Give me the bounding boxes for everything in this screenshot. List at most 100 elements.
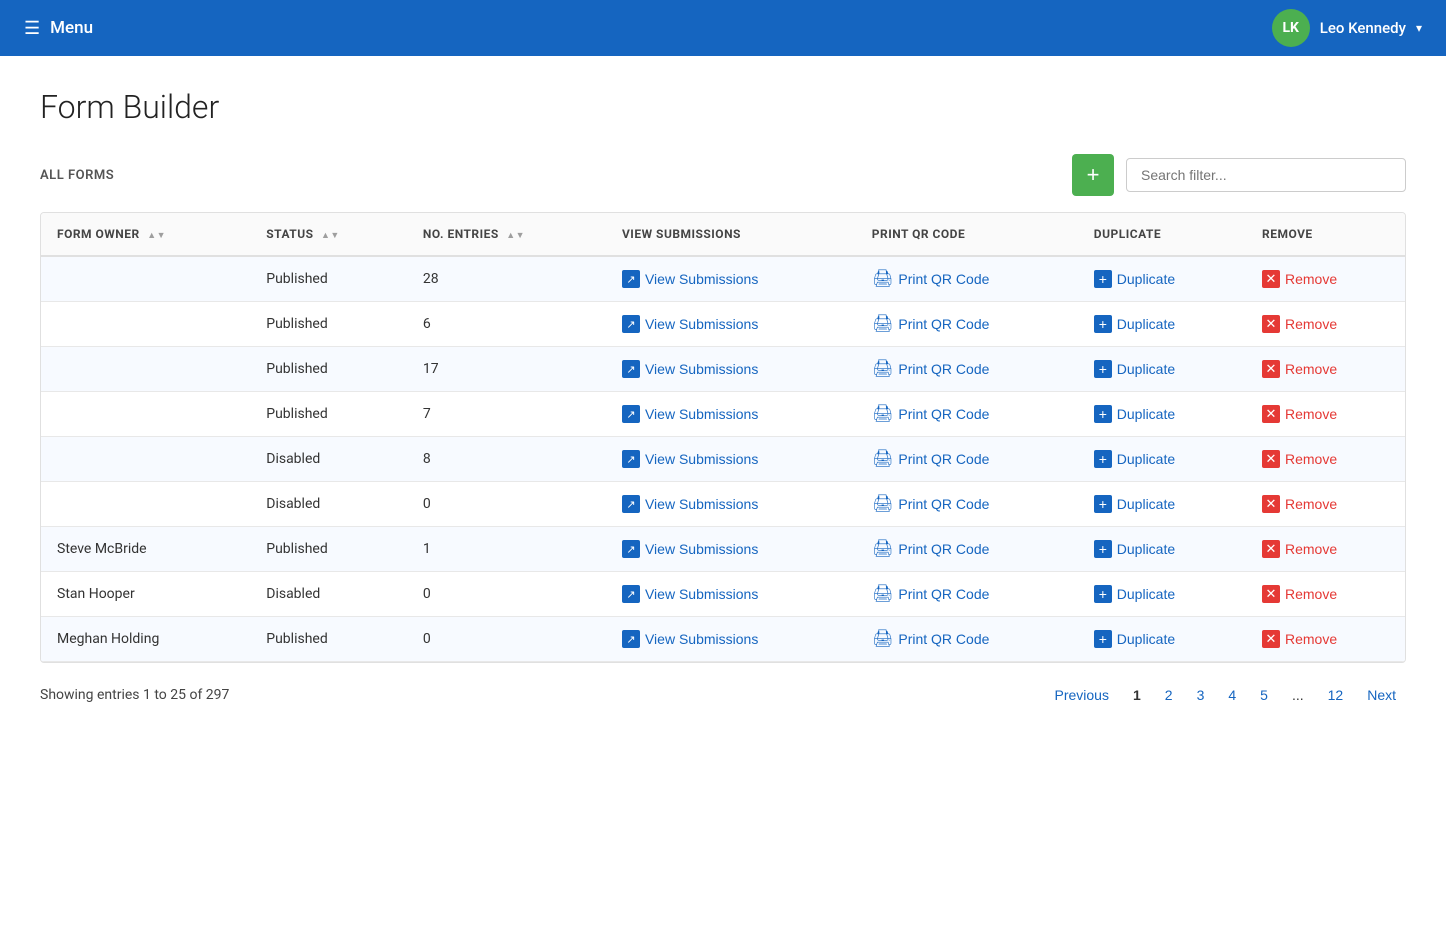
view-submissions-icon: ↗: [622, 450, 640, 468]
view-submissions-label: View Submissions: [645, 586, 758, 602]
remove-icon: ✕: [1262, 315, 1280, 333]
remove-button[interactable]: ✕ Remove: [1262, 585, 1337, 603]
remove-button[interactable]: ✕ Remove: [1262, 315, 1337, 333]
cell-form-owner: [41, 482, 250, 527]
print-qr-button[interactable]: 🖨 Print QR Code: [872, 359, 990, 379]
print-qr-button[interactable]: 🖨 Print QR Code: [872, 494, 990, 514]
col-status[interactable]: STATUS ▲▼: [250, 213, 407, 256]
print-qr-button[interactable]: 🖨 Print QR Code: [872, 629, 990, 649]
duplicate-button[interactable]: + Duplicate: [1094, 630, 1175, 648]
view-submissions-icon: ↗: [622, 315, 640, 333]
duplicate-button[interactable]: + Duplicate: [1094, 405, 1175, 423]
view-submissions-button[interactable]: ↗ View Submissions: [622, 585, 758, 603]
remove-button[interactable]: ✕ Remove: [1262, 495, 1337, 513]
remove-label: Remove: [1285, 406, 1337, 422]
table-row: Published 17 ↗ View Submissions 🖨 Print …: [41, 347, 1405, 392]
pagination-page-1[interactable]: 1: [1123, 683, 1151, 707]
view-submissions-button[interactable]: ↗ View Submissions: [622, 450, 758, 468]
view-submissions-icon: ↗: [622, 585, 640, 603]
remove-button[interactable]: ✕ Remove: [1262, 630, 1337, 648]
duplicate-icon: +: [1094, 540, 1112, 558]
duplicate-button[interactable]: + Duplicate: [1094, 315, 1175, 333]
print-qr-button[interactable]: 🖨 Print QR Code: [872, 539, 990, 559]
add-form-button[interactable]: +: [1072, 154, 1114, 196]
print-icon: 🖨: [872, 539, 894, 559]
view-submissions-button[interactable]: ↗ View Submissions: [622, 630, 758, 648]
print-qr-button[interactable]: 🖨 Print QR Code: [872, 449, 990, 469]
duplicate-button[interactable]: + Duplicate: [1094, 540, 1175, 558]
remove-button[interactable]: ✕ Remove: [1262, 270, 1337, 288]
table-row: Meghan Holding Published 0 ↗ View Submis…: [41, 617, 1405, 662]
remove-button[interactable]: ✕ Remove: [1262, 540, 1337, 558]
cell-status: Published: [250, 392, 407, 437]
pagination-next[interactable]: Next: [1357, 683, 1406, 707]
page-title: Form Builder: [40, 88, 1406, 126]
remove-label: Remove: [1285, 316, 1337, 332]
menu-button[interactable]: ☰ Menu: [24, 18, 93, 39]
pagination-page-2[interactable]: 2: [1155, 683, 1183, 707]
duplicate-icon: +: [1094, 315, 1112, 333]
pagination-page-5[interactable]: 5: [1250, 683, 1278, 707]
cell-remove: ✕ Remove: [1246, 482, 1405, 527]
forms-table: FORM OWNER ▲▼ STATUS ▲▼ NO. ENTRIES ▲▼ V…: [41, 213, 1405, 662]
col-no-entries[interactable]: NO. ENTRIES ▲▼: [407, 213, 606, 256]
toolbar: ALL FORMS +: [40, 154, 1406, 196]
avatar: LK: [1272, 9, 1310, 47]
main-content: Form Builder ALL FORMS + FORM OWNER ▲▼ S…: [0, 56, 1446, 928]
duplicate-icon: +: [1094, 405, 1112, 423]
print-qr-label: Print QR Code: [898, 316, 989, 332]
cell-remove: ✕ Remove: [1246, 392, 1405, 437]
all-forms-label: ALL FORMS: [40, 168, 114, 183]
print-icon: 🖨: [872, 359, 894, 379]
cell-form-owner: Meghan Holding: [41, 617, 250, 662]
pagination: Showing entries 1 to 25 of 297 Previous …: [40, 683, 1406, 707]
print-qr-button[interactable]: 🖨 Print QR Code: [872, 269, 990, 289]
print-qr-label: Print QR Code: [898, 586, 989, 602]
pagination-page-12[interactable]: 12: [1318, 683, 1354, 707]
cell-view-submissions: ↗ View Submissions: [606, 256, 856, 302]
duplicate-label: Duplicate: [1117, 451, 1175, 467]
view-submissions-button[interactable]: ↗ View Submissions: [622, 540, 758, 558]
cell-status: Published: [250, 302, 407, 347]
duplicate-label: Duplicate: [1117, 586, 1175, 602]
print-qr-label: Print QR Code: [898, 271, 989, 287]
view-submissions-button[interactable]: ↗ View Submissions: [622, 405, 758, 423]
cell-duplicate: + Duplicate: [1078, 256, 1246, 302]
remove-icon: ✕: [1262, 585, 1280, 603]
pagination-page-4[interactable]: 4: [1218, 683, 1246, 707]
view-submissions-button[interactable]: ↗ View Submissions: [622, 270, 758, 288]
print-qr-button[interactable]: 🖨 Print QR Code: [872, 314, 990, 334]
view-submissions-button[interactable]: ↗ View Submissions: [622, 360, 758, 378]
remove-button[interactable]: ✕ Remove: [1262, 360, 1337, 378]
pagination-previous[interactable]: Previous: [1045, 683, 1119, 707]
print-qr-button[interactable]: 🖨 Print QR Code: [872, 584, 990, 604]
print-qr-button[interactable]: 🖨 Print QR Code: [872, 404, 990, 424]
duplicate-button[interactable]: + Duplicate: [1094, 360, 1175, 378]
search-input[interactable]: [1126, 158, 1406, 192]
cell-duplicate: + Duplicate: [1078, 572, 1246, 617]
pagination-page-3[interactable]: 3: [1187, 683, 1215, 707]
duplicate-button[interactable]: + Duplicate: [1094, 495, 1175, 513]
duplicate-button[interactable]: + Duplicate: [1094, 450, 1175, 468]
cell-duplicate: + Duplicate: [1078, 437, 1246, 482]
remove-button[interactable]: ✕ Remove: [1262, 405, 1337, 423]
view-submissions-label: View Submissions: [645, 451, 758, 467]
duplicate-icon: +: [1094, 360, 1112, 378]
remove-button[interactable]: ✕ Remove: [1262, 450, 1337, 468]
table-row: Disabled 8 ↗ View Submissions 🖨 Print QR…: [41, 437, 1405, 482]
cell-print-qr: 🖨 Print QR Code: [856, 302, 1078, 347]
col-form-owner[interactable]: FORM OWNER ▲▼: [41, 213, 250, 256]
cell-form-owner: [41, 437, 250, 482]
view-submissions-button[interactable]: ↗ View Submissions: [622, 315, 758, 333]
duplicate-label: Duplicate: [1117, 631, 1175, 647]
view-submissions-label: View Submissions: [645, 406, 758, 422]
remove-label: Remove: [1285, 496, 1337, 512]
user-menu[interactable]: LK Leo Kennedy ▾: [1272, 9, 1422, 47]
cell-view-submissions: ↗ View Submissions: [606, 347, 856, 392]
header: ☰ Menu LK Leo Kennedy ▾: [0, 0, 1446, 56]
duplicate-button[interactable]: + Duplicate: [1094, 270, 1175, 288]
duplicate-button[interactable]: + Duplicate: [1094, 585, 1175, 603]
remove-icon: ✕: [1262, 450, 1280, 468]
duplicate-label: Duplicate: [1117, 406, 1175, 422]
view-submissions-button[interactable]: ↗ View Submissions: [622, 495, 758, 513]
